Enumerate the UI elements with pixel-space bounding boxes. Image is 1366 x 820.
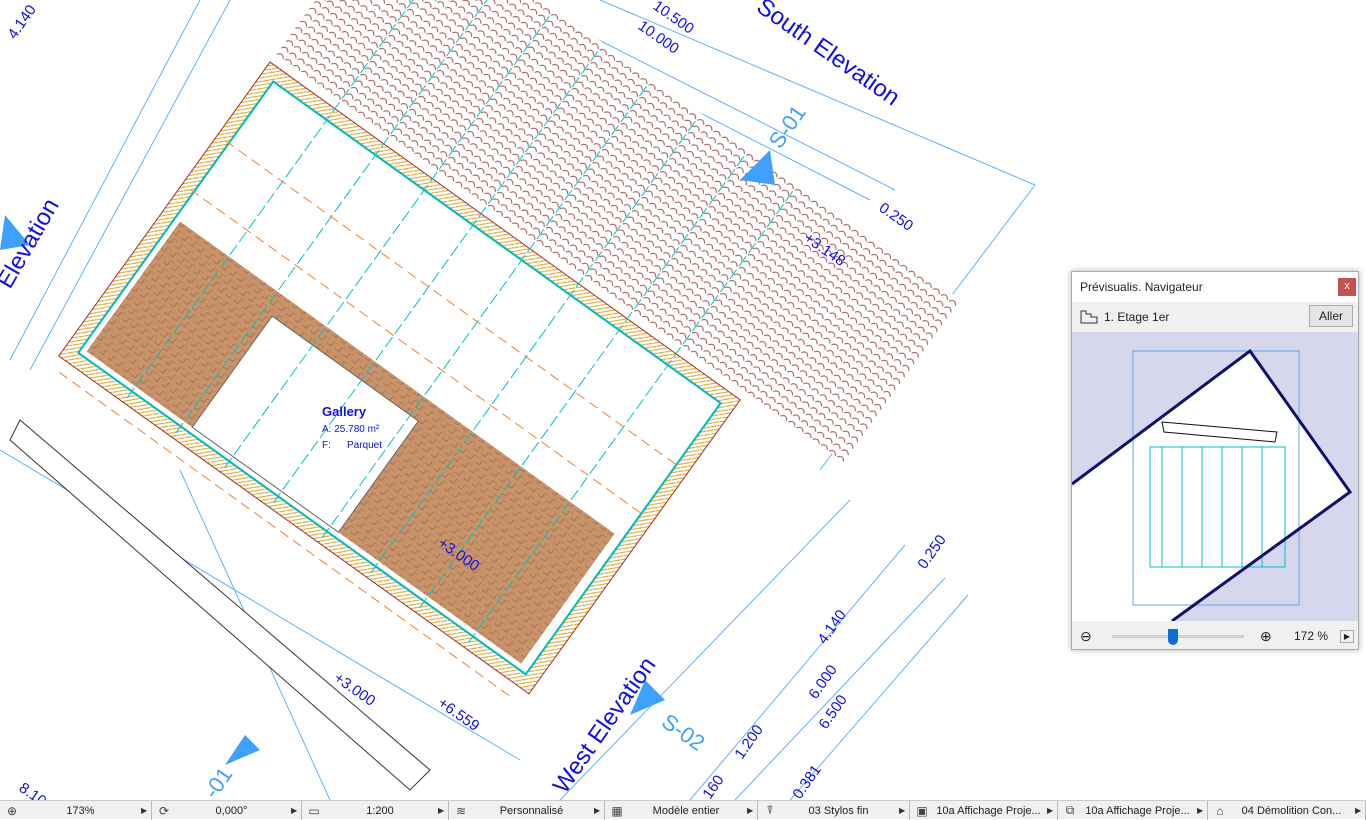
level-label: +6.559 <box>435 694 483 734</box>
close-button[interactable]: x <box>1338 278 1356 296</box>
menu-arrow-icon[interactable]: ▶ <box>141 806 151 815</box>
room-name[interactable]: Gallery <box>322 404 367 419</box>
scale-value: 1:200 <box>366 804 394 817</box>
renovation-filter-control[interactable]: ⧉ 10a Affichage Proje... ▶ <box>1058 801 1208 820</box>
south-elevation-label: South Elevation <box>752 0 905 111</box>
renovation-filter-value: 10a Affichage Proje... <box>1085 804 1190 817</box>
zoom-value: 173% <box>66 804 95 817</box>
storey-icon <box>1080 310 1098 324</box>
layer-combination-value: Personnalisé <box>499 804 564 817</box>
menu-arrow-icon[interactable]: ▶ <box>438 806 448 815</box>
navigator-preview-panel[interactable]: Prévisualis. Navigateur x 1. Etage 1er A… <box>1071 271 1359 650</box>
zoom-icon: ⊕ <box>6 803 18 818</box>
room-floor-value: Parquet <box>347 440 382 451</box>
graphic-override-control[interactable]: ▣ 10a Affichage Proje... ▶ <box>910 801 1058 820</box>
zoom-in-icon[interactable]: ⊕ <box>1260 628 1272 645</box>
dimension-label: 0.250 <box>876 199 917 234</box>
building[interactable] <box>51 0 962 775</box>
model-view-value: Modèle entier <box>652 804 720 817</box>
zoom-out-icon[interactable]: ⊖ <box>1080 628 1092 645</box>
zoom-slider[interactable] <box>1112 629 1244 645</box>
structural-filter-control[interactable]: ⌂ 04 Démolition Con... ▶ <box>1208 801 1366 820</box>
zoom-menu-arrow[interactable]: ▶ <box>1339 629 1354 643</box>
layer-combination-control[interactable]: ≋ Personnalisé ▶ <box>449 801 605 820</box>
house-icon: ⌂ <box>1216 803 1224 818</box>
dimension-label: 0.381 <box>789 762 824 800</box>
model-view-control[interactable]: ▦ Modèle entier ▶ <box>605 801 758 820</box>
structural-filter-value: 04 Démolition Con... <box>1241 804 1342 817</box>
go-button[interactable]: Aller <box>1309 305 1353 327</box>
storey-name: 1. Etage 1er <box>1104 310 1170 324</box>
menu-arrow-icon[interactable]: ▶ <box>1355 806 1365 815</box>
menu-arrow-icon[interactable]: ▶ <box>899 806 909 815</box>
scale-control[interactable]: ▭ 1:200 ▶ <box>302 801 449 820</box>
dimension-label: 0.250 <box>914 532 949 573</box>
menu-arrow-icon[interactable]: ▶ <box>1197 806 1207 815</box>
section-label-s01b: -01 <box>199 762 238 800</box>
zoom-value: 172 % <box>1294 629 1329 643</box>
menu-arrow-icon[interactable]: ▶ <box>747 806 757 815</box>
dimension-label: 160 <box>699 772 727 800</box>
navigator-title-bar[interactable]: Prévisualis. Navigateur x <box>1072 272 1358 302</box>
dimension-label: 4.140 <box>4 2 39 43</box>
room-floor-label: F: <box>322 440 331 451</box>
zoom-control[interactable]: ⊕ 173% ▶ <box>0 801 152 820</box>
angle-value: 0,000° <box>215 804 248 817</box>
pen-icon: ⍒ <box>766 803 774 817</box>
section-label-s02: S-02 <box>657 709 709 756</box>
ruler-icon: ▭ <box>308 803 320 818</box>
graphic-override-icon: ▣ <box>916 803 928 818</box>
rotation-control[interactable]: ⟳ 0,000° ▶ <box>152 801 302 820</box>
navigator-preview[interactable] <box>1072 332 1358 621</box>
pen-set-control[interactable]: ⍒ 03 Stylos fin ▶ <box>758 801 910 820</box>
west-elevation-label: West Elevation <box>548 652 662 798</box>
menu-arrow-icon[interactable]: ▶ <box>1047 806 1057 815</box>
section-marker-s01b[interactable] <box>225 735 260 765</box>
room-area: A: 25.780 m² <box>322 424 380 435</box>
pen-set-value: 03 Stylos fin <box>808 804 869 817</box>
menu-arrow-icon[interactable]: ▶ <box>594 806 604 815</box>
status-bar: ⊕ 173% ▶ ⟳ 0,000° ▶ ▭ 1:200 ▶ ≋ Personnalisé ▶ ▦… <box>0 800 1366 820</box>
rotate-icon: ⟳ <box>158 803 170 818</box>
graphic-override-value: 10a Affichage Proje... <box>936 804 1041 817</box>
dimension-label: 4.140 <box>814 607 849 648</box>
model-view-icon: ▦ <box>611 803 623 818</box>
navigator-title: Prévisualis. Navigateur <box>1080 280 1203 294</box>
zoom-slider-thumb[interactable] <box>1167 629 1178 645</box>
dimension-label: 1.200 <box>731 722 766 763</box>
dimension-label: 8.104 <box>16 779 57 800</box>
menu-arrow-icon[interactable]: ▶ <box>291 806 301 815</box>
layers-icon: ≋ <box>455 803 467 818</box>
renovation-icon: ⧉ <box>1065 803 1075 817</box>
